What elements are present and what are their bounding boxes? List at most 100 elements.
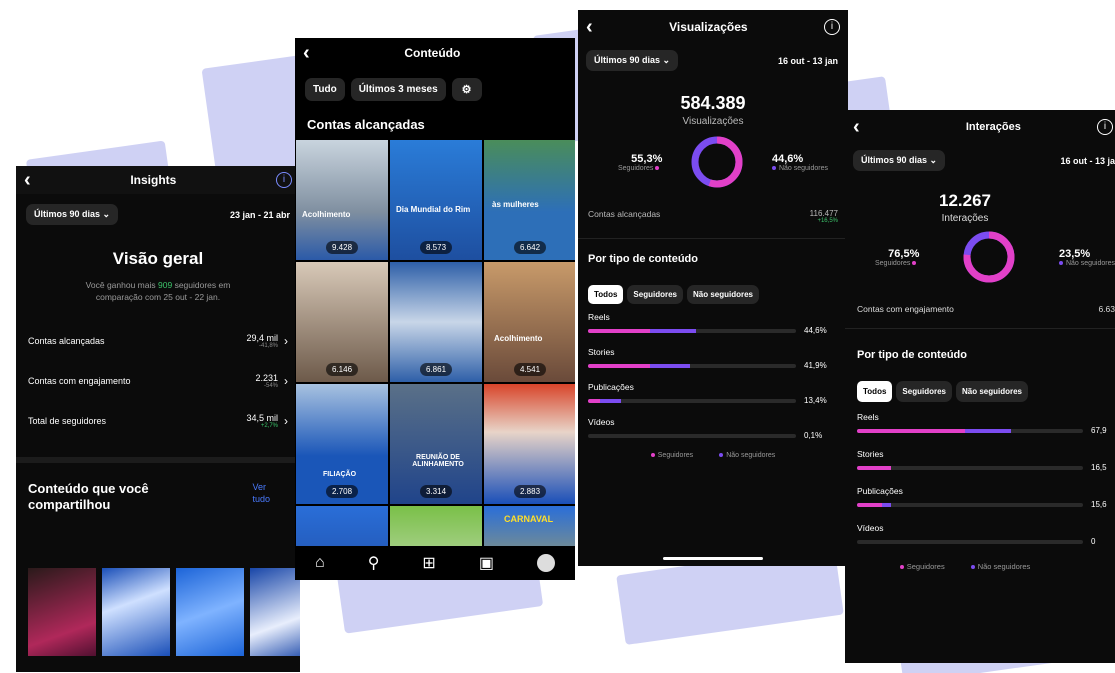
gain-value: 909	[158, 280, 173, 290]
tab-all[interactable]: Todos	[588, 285, 624, 304]
tab-non-followers[interactable]: Não seguidores	[955, 381, 1028, 402]
metric-row-reach[interactable]: Contas alcançadas 29,4 mil -41,8% ›	[16, 321, 300, 361]
metric-delta: +2,7%	[260, 423, 278, 429]
content-tile[interactable]: 2.883	[484, 384, 575, 504]
legend-non-followers: Não seguidores	[726, 452, 776, 459]
content-tile[interactable]: REUNIÃO DE ALINHAMENTO 3.314	[390, 384, 482, 504]
engaged-row[interactable]: Contas com engajamento 6.63	[845, 286, 1115, 314]
content-tile[interactable]: Acolhimento 9.428	[296, 140, 388, 260]
overview-title: Visão geral	[112, 249, 204, 268]
type-bar-track	[588, 363, 796, 368]
gain-text: Você ganhou mais 909 seguidores em compa…	[16, 279, 300, 303]
content-tile[interactable]: Acolhimento 4.541	[484, 262, 575, 382]
type-row: Publicações 15,6	[857, 486, 1115, 509]
followers-bar	[588, 363, 651, 368]
date-range: 23 jan - 21 abr	[229, 209, 290, 220]
type-row: Reels 67,9	[857, 412, 1115, 435]
back-icon[interactable]: ‹	[853, 117, 860, 137]
tab-followers[interactable]: Seguidores	[627, 285, 683, 304]
tile-caption: FILIAÇÃO	[320, 470, 360, 479]
shared-thumb[interactable]	[250, 568, 300, 656]
create-icon[interactable]: ⊞	[422, 553, 435, 573]
content-tile[interactable]: Dia Mundial do Rim 8.573	[390, 140, 482, 260]
type-pct: 41,9%	[804, 361, 827, 370]
shared-thumb[interactable]	[28, 568, 96, 656]
by-type-title: Por tipo de conteúdo	[857, 349, 967, 361]
tab-followers[interactable]: Seguidores	[896, 381, 952, 402]
filter-last-3-months[interactable]: Últimos 3 meses	[350, 78, 446, 101]
metric-row-followers[interactable]: Total de seguidores 34,5 mil +2,7% ›	[16, 401, 300, 441]
metric-row-engaged[interactable]: Contas com engajamento 2.231 -54% ›	[16, 361, 300, 401]
by-type-title: Por tipo de conteúdo	[588, 253, 698, 265]
followers-label: Seguidores	[875, 259, 911, 267]
metric-label: Total de seguidores	[28, 416, 107, 426]
legend-non-followers-dot	[970, 565, 975, 570]
shared-title-line2: compartilhou	[28, 497, 111, 512]
followers-bar	[857, 502, 882, 507]
content-tile[interactable]: 6.146	[296, 262, 388, 382]
tile-count: 6.861	[420, 363, 453, 376]
range-select[interactable]: Últimos 90 dias ⌄	[586, 50, 679, 71]
info-icon[interactable]: i	[276, 172, 292, 188]
metric-delta: -41,8%	[258, 343, 278, 349]
shared-thumb[interactable]	[102, 568, 170, 656]
tile-count: 6.146	[326, 363, 359, 376]
info-icon[interactable]: i	[823, 19, 840, 35]
see-all-link[interactable]: Ver tudo	[252, 481, 270, 505]
tab-non-followers[interactable]: Não seguidores	[686, 285, 759, 304]
reach-value: 116.477	[809, 209, 838, 218]
type-label: Stories	[857, 449, 884, 459]
shared-title-line1: Conteúdo que você	[28, 481, 149, 496]
insights-screen: ‹ Insights i Últimos 90 dias ⌄ 23 jan - …	[16, 166, 300, 672]
info-icon[interactable]: i	[1096, 119, 1113, 135]
type-label: Publicações	[588, 382, 634, 392]
non-followers-label: Não seguidores	[778, 164, 828, 172]
back-icon[interactable]: ‹	[586, 17, 593, 37]
tile-count: 2.708	[326, 485, 359, 498]
back-icon[interactable]: ‹	[303, 43, 310, 63]
filter-all[interactable]: Tudo	[305, 78, 345, 101]
home-indicator	[663, 557, 763, 560]
reels-icon[interactable]: ▣	[479, 553, 494, 573]
tile-caption: Acolhimento	[302, 210, 351, 219]
content-tile[interactable]: FILIAÇÃO 2.708	[296, 384, 388, 504]
followers-bar	[588, 328, 651, 333]
shared-thumb[interactable]	[176, 568, 244, 656]
followers-bar	[857, 428, 966, 433]
chevron-right-icon: ›	[284, 334, 288, 348]
chevron-right-icon: ›	[284, 414, 288, 428]
type-label: Reels	[857, 412, 879, 422]
home-icon[interactable]: ⌂	[315, 554, 325, 572]
content-tile[interactable]: 6.861	[390, 262, 482, 382]
legend-followers-dot	[899, 565, 904, 570]
followers-dot	[655, 165, 660, 170]
type-row: Stories 16,5	[857, 449, 1115, 472]
range-select[interactable]: Últimos 90 dias ⌄	[26, 204, 119, 225]
legend-non-followers: Não seguidores	[977, 562, 1031, 571]
non-followers-pct: 44,6%	[771, 152, 804, 165]
reach-delta: +16,5%	[817, 218, 838, 224]
filter-settings-icon[interactable]: ⚙	[451, 78, 482, 101]
type-label: Reels	[588, 312, 610, 322]
content-tile[interactable]: às mulheres 6.642	[484, 140, 575, 260]
chevron-down-icon: ⌄	[662, 55, 671, 65]
type-bar-track	[857, 465, 1083, 470]
date-range: 16 out - 13 jan	[777, 55, 838, 66]
avatar[interactable]	[536, 554, 555, 572]
type-pct: 0,1%	[804, 431, 823, 440]
back-icon[interactable]: ‹	[24, 170, 31, 190]
chevron-down-icon: ⌄	[929, 155, 938, 165]
type-pct: 67,9	[1091, 426, 1107, 435]
tab-all[interactable]: Todos	[857, 381, 893, 402]
type-bar-track	[857, 502, 1083, 507]
bottom-nav: ⌂ ⚲ ⊞ ▣	[295, 546, 575, 580]
range-select[interactable]: Últimos 90 dias ⌄	[853, 150, 946, 171]
views-total: 584.389	[680, 93, 746, 113]
tile-count: 8.573	[420, 241, 453, 254]
type-pct: 15,6	[1091, 500, 1107, 509]
reach-row[interactable]: Contas alcançadas 116.477 +16,5%	[578, 191, 848, 224]
search-icon[interactable]: ⚲	[368, 553, 380, 573]
legend: Seguidores Não seguidores	[845, 562, 1085, 571]
page-title: Visualizações	[669, 20, 748, 34]
gain-line2: comparação com 25 out - 22 jan.	[95, 292, 221, 302]
